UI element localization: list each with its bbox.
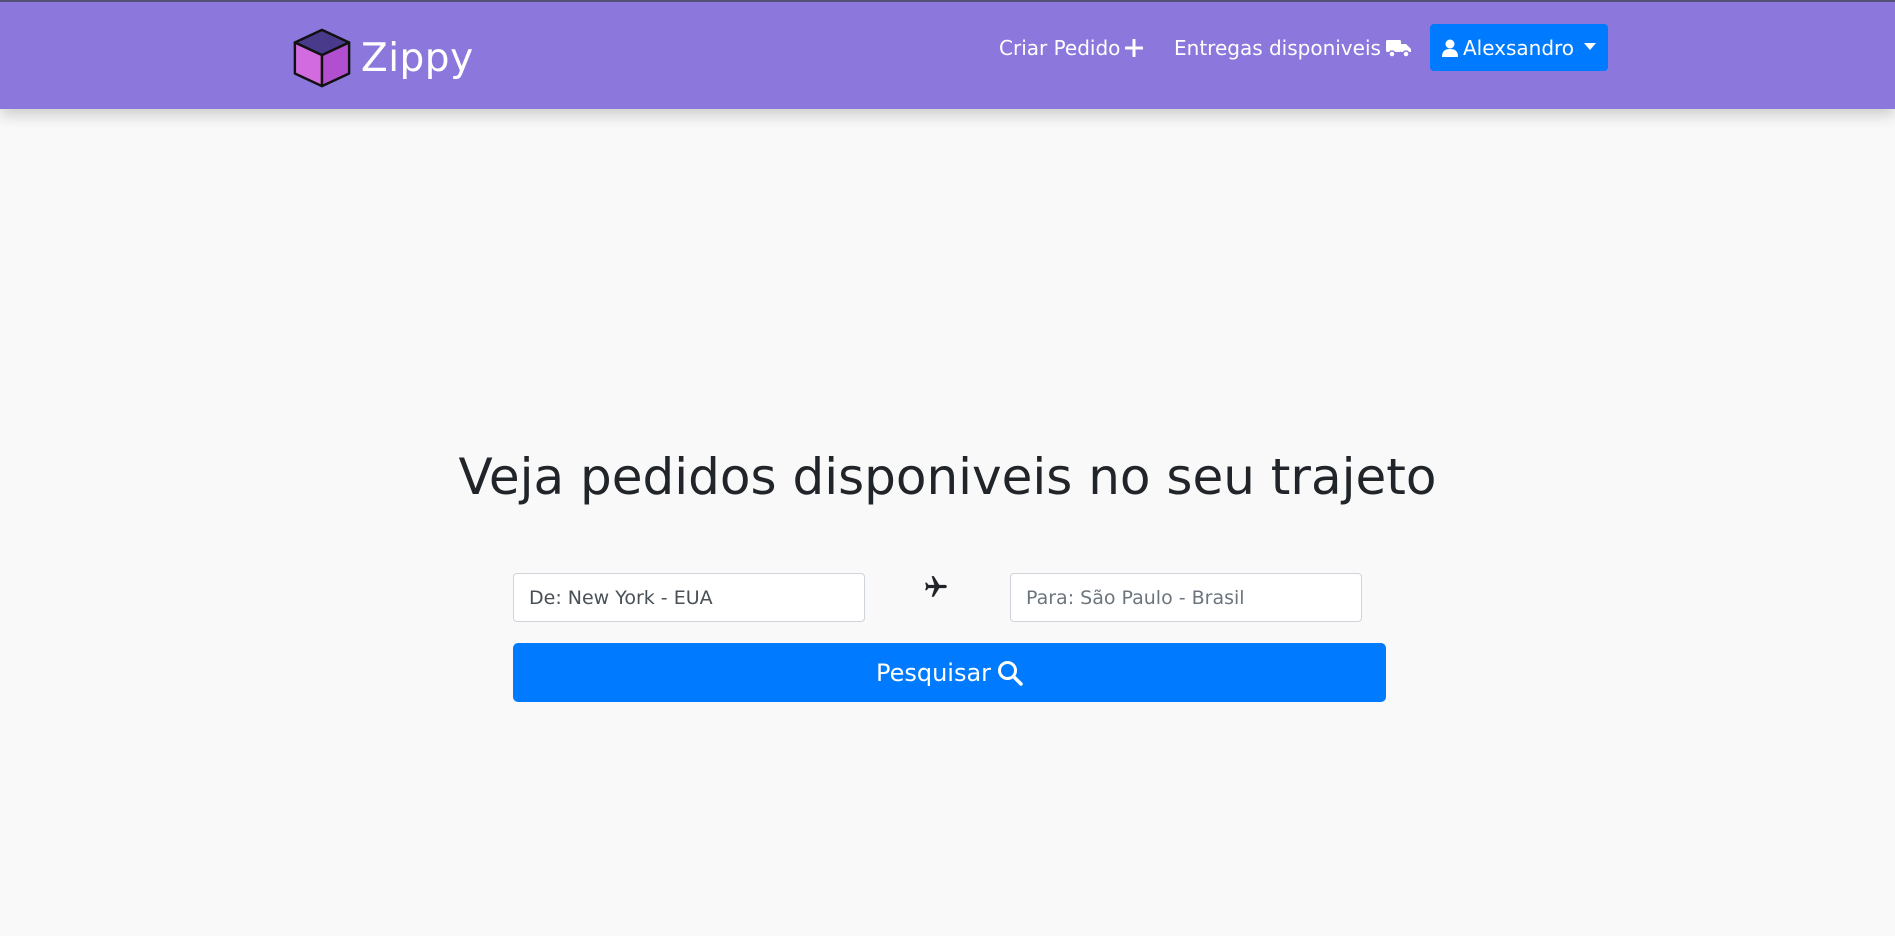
user-name: Alexsandro [1462,35,1575,60]
nav-link-entregas-disponiveis[interactable]: Entregas disponiveis [1174,32,1412,64]
brand-name: Zippy [361,35,474,81]
search-button[interactable]: Pesquisar [513,643,1386,702]
chevron-down-icon [1584,43,1597,50]
user-menu-dropdown[interactable]: Alexsandro [1430,24,1608,71]
nav-link-label: Entregas disponiveis [1174,36,1381,60]
search-icon [997,660,1023,686]
nav-link-label: Criar Pedido [999,36,1121,60]
search-button-label: Pesquisar [875,658,992,687]
page-title: Veja pedidos disponiveis no seu trajeto [458,448,1437,506]
top-navbar: Zippy Criar Pedido Entregas disponiveis … [0,0,1895,109]
nav-link-criar-pedido[interactable]: Criar Pedido [999,32,1144,64]
cube-logo-icon [291,27,353,89]
user-icon [1441,39,1458,57]
truck-icon [1385,38,1412,58]
plus-icon [1125,39,1144,57]
origin-input[interactable] [513,573,865,622]
airplane-icon [923,574,949,600]
destination-input[interactable] [1010,573,1362,622]
brand-link[interactable]: Zippy [291,26,474,90]
